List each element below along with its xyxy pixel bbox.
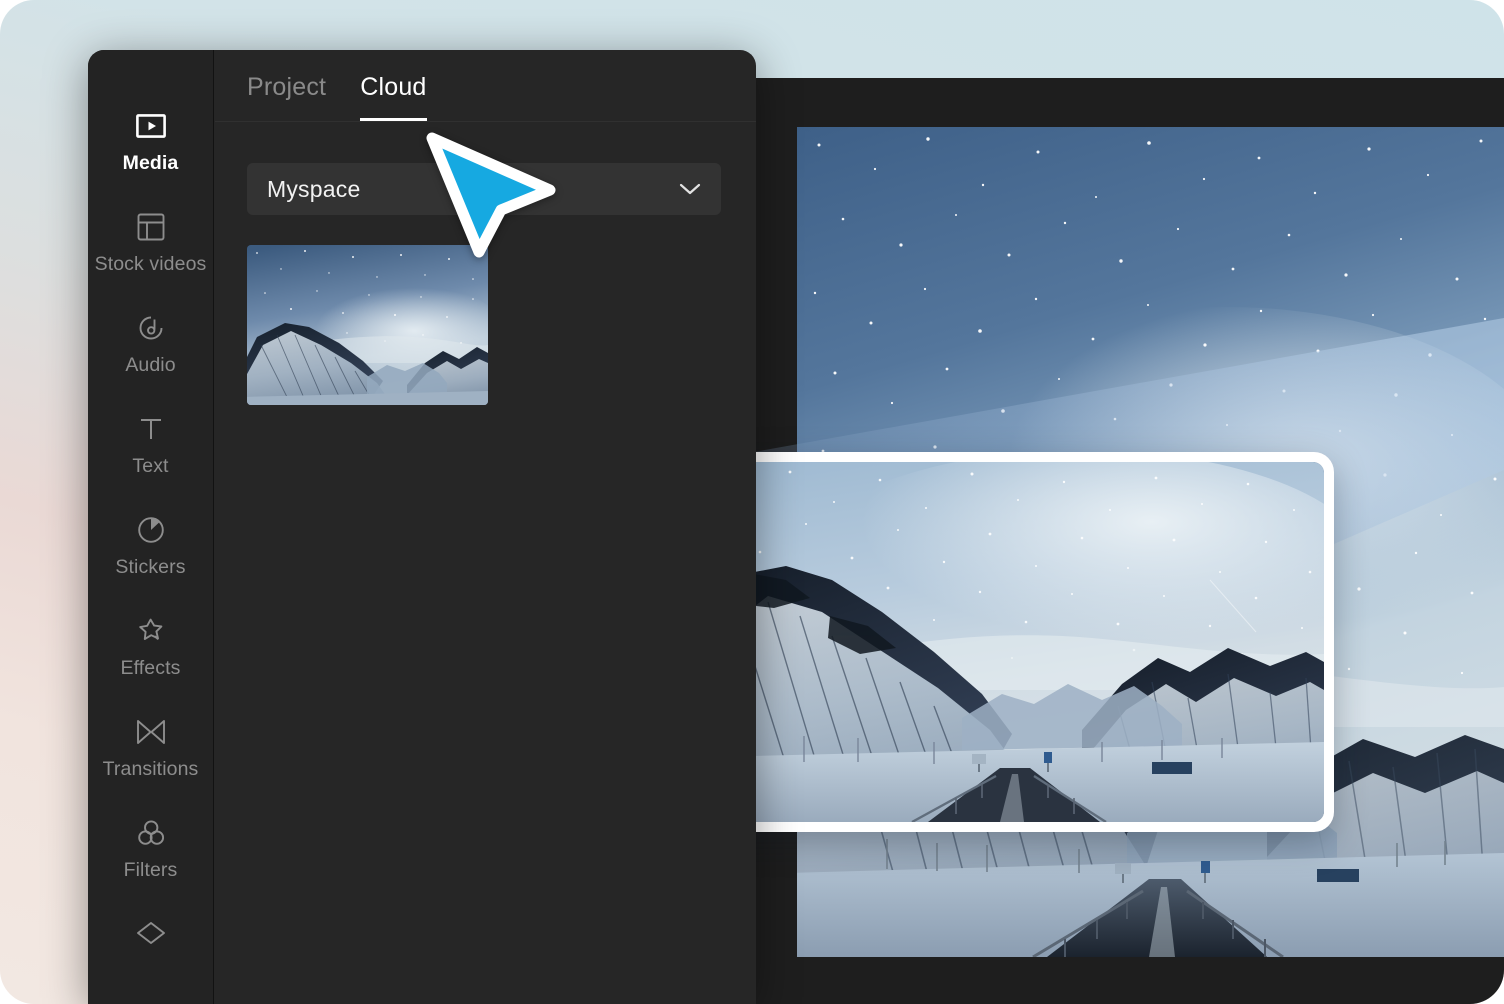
sidebar-item-media[interactable]: Media bbox=[88, 92, 213, 193]
tab-project[interactable]: Project bbox=[247, 73, 326, 121]
sidebar-item-titles[interactable] bbox=[88, 900, 213, 977]
titles-icon bbox=[134, 917, 168, 951]
space-select[interactable]: Myspace bbox=[247, 163, 721, 215]
stickers-icon bbox=[134, 513, 168, 547]
tab-cloud[interactable]: Cloud bbox=[360, 73, 427, 121]
stock-videos-icon bbox=[134, 210, 168, 244]
sidebar-item-effects[interactable]: Effects bbox=[88, 597, 213, 698]
effects-icon bbox=[134, 614, 168, 648]
sidebar-item-label: Filters bbox=[123, 858, 178, 881]
sidebar-item-filters[interactable]: Filters bbox=[88, 799, 213, 900]
sidebar-item-label: Stock videos bbox=[94, 252, 207, 275]
sidebar-item-transitions[interactable]: Transitions bbox=[88, 698, 213, 799]
sidebar-item-stock-videos[interactable]: Stock videos bbox=[88, 193, 213, 294]
magnified-image bbox=[682, 462, 1324, 822]
sidebar-item-label: Text bbox=[132, 454, 169, 477]
magnified-scene bbox=[682, 462, 1324, 822]
sidebar-item-label: Stickers bbox=[115, 555, 186, 578]
transitions-icon bbox=[134, 715, 168, 749]
text-icon bbox=[134, 412, 168, 446]
sidebar-item-label: Media bbox=[122, 152, 179, 174]
sidebar-item-stickers[interactable]: Stickers bbox=[88, 496, 213, 597]
media-icon bbox=[134, 109, 168, 143]
left-toolbar: Media Stock videos Audio Text Stickers E… bbox=[88, 50, 214, 1004]
filters-icon bbox=[134, 816, 168, 850]
sidebar-item-audio[interactable]: Audio bbox=[88, 294, 213, 395]
sidebar-item-text[interactable]: Text bbox=[88, 395, 213, 496]
sidebar-item-label: Transitions bbox=[102, 757, 199, 780]
media-grid bbox=[247, 245, 488, 405]
media-browser: Project Cloud Myspace bbox=[215, 50, 756, 1004]
sidebar-item-label: Effects bbox=[120, 656, 181, 679]
media-thumbnail-image bbox=[247, 245, 488, 405]
media-tabs: Project Cloud bbox=[215, 50, 756, 122]
sidebar-item-label: Audio bbox=[125, 353, 176, 376]
audio-icon bbox=[134, 311, 168, 345]
screenshot-stage: Media Stock videos Audio Text Stickers E… bbox=[0, 0, 1504, 1004]
media-panel: Media Stock videos Audio Text Stickers E… bbox=[88, 50, 756, 1004]
magnified-preview-card[interactable] bbox=[672, 452, 1334, 832]
list-item[interactable] bbox=[247, 245, 488, 405]
chevron-down-icon bbox=[679, 182, 701, 196]
space-select-value: Myspace bbox=[267, 175, 361, 202]
